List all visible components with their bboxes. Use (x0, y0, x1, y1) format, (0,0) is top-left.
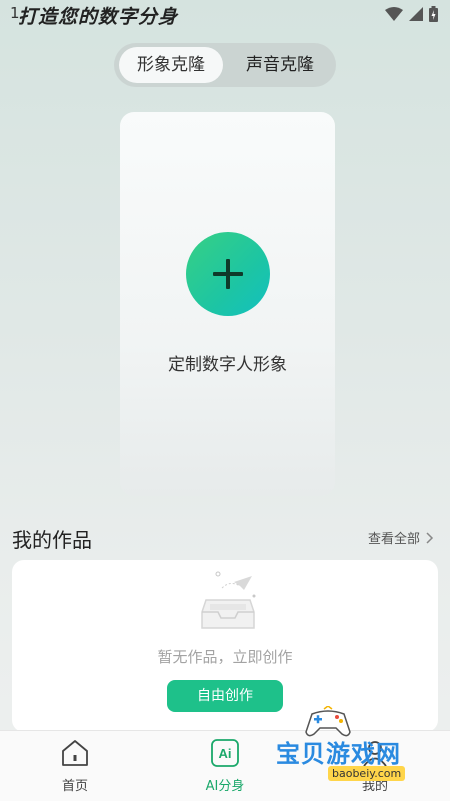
page-heading: 打造您的数字分身 (18, 6, 179, 28)
status-icons (385, 6, 438, 22)
nav-label-home: 首页 (61, 779, 88, 794)
tab-voice-clone[interactable]: 声音克隆 (228, 47, 332, 83)
clone-type-switch: 形象克隆 声音克隆 (114, 43, 336, 87)
empty-state-text: 暂无作品，立即创作 (157, 648, 293, 666)
works-section-title: 我的作品 (12, 528, 92, 552)
create-card-label: 定制数字人形象 (168, 355, 287, 375)
empty-inbox-icon (201, 571, 256, 629)
tab-image-clone[interactable]: 形象克隆 (119, 47, 223, 83)
home-icon (62, 740, 88, 766)
svg-text:Ai: Ai (219, 746, 232, 761)
free-create-button[interactable]: 自由创作 (167, 680, 283, 712)
plus-icon (213, 259, 243, 289)
watermark-url: baobeiy.com (328, 766, 406, 781)
wifi-icon (385, 7, 403, 21)
view-all-link[interactable]: 查看全部 (368, 528, 434, 547)
ai-icon: Ai (211, 739, 239, 767)
nav-item-home[interactable]: 首页 (30, 739, 120, 794)
signal-icon (409, 7, 423, 21)
watermark-text: 宝贝游戏网 (276, 740, 401, 768)
nav-label-ai: AI分身 (205, 779, 245, 794)
view-all-label: 查看全部 (367, 532, 420, 547)
nav-item-ai[interactable]: Ai AI分身 (180, 739, 270, 794)
chevron-right-icon (426, 531, 434, 544)
add-button[interactable] (186, 232, 270, 316)
battery-icon (429, 6, 438, 22)
